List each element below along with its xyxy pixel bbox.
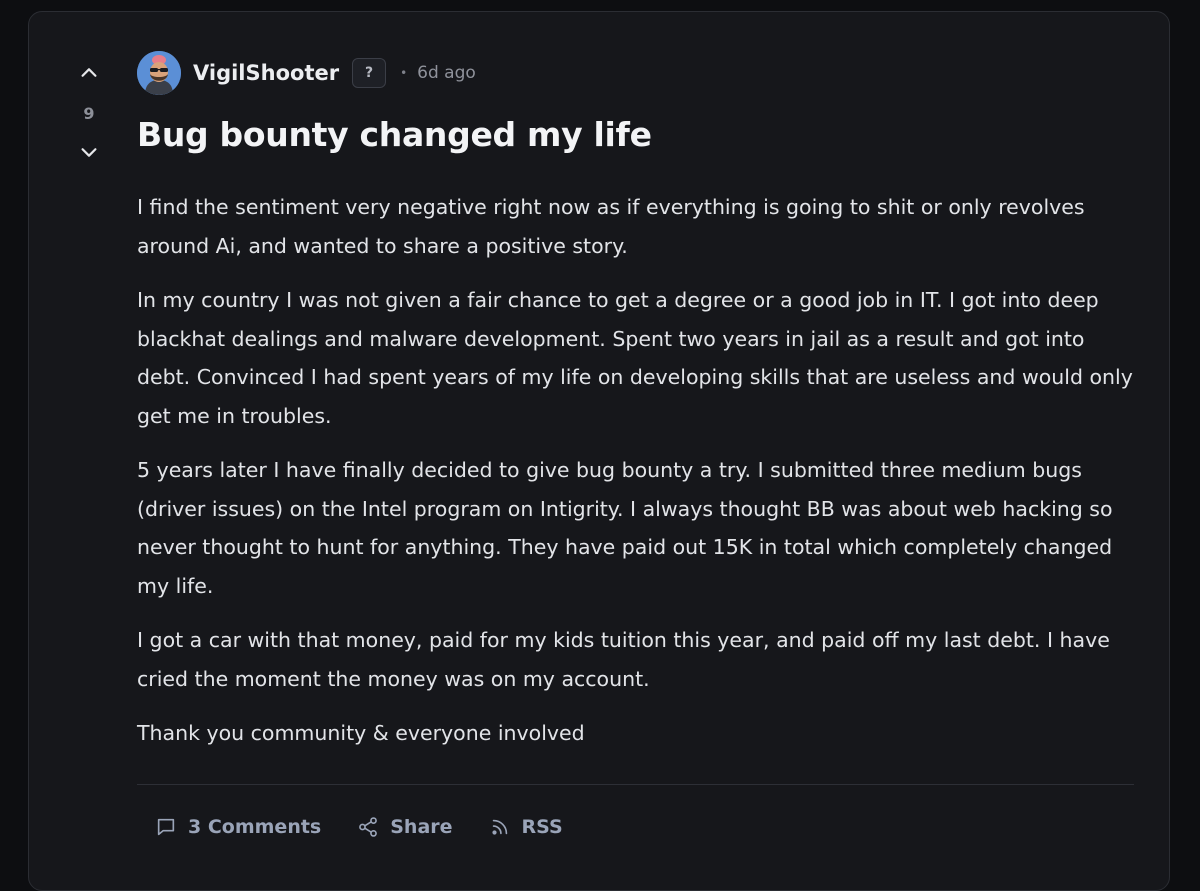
body-paragraph: I find the sentiment very negative right… xyxy=(137,195,1085,258)
avatar[interactable] xyxy=(137,51,181,95)
actions-divider xyxy=(137,784,1134,785)
author-name[interactable]: VigilShooter xyxy=(193,61,339,85)
rss-icon xyxy=(491,819,507,835)
body-paragraph: I got a car with that money, paid for my… xyxy=(137,628,1110,691)
post-header: VigilShooter ? • 6d ago xyxy=(137,50,476,96)
share-label: Share xyxy=(390,816,453,838)
body-paragraph: 5 years later I have finally decided to … xyxy=(137,458,1113,598)
post-body: I find the sentiment very negative right… xyxy=(137,188,1137,769)
post-title: Bug bounty changed my life xyxy=(137,115,652,154)
post-timestamp: 6d ago xyxy=(417,63,476,83)
rss-button[interactable]: RSS xyxy=(471,805,581,849)
avatar-image xyxy=(137,51,181,95)
share-icon xyxy=(359,817,378,837)
comment-icon xyxy=(157,818,175,836)
downvote-button[interactable] xyxy=(74,137,104,167)
post-actions: 3 Comments Share RSS xyxy=(137,805,581,849)
vote-score: 9 xyxy=(83,104,95,123)
vote-column: 9 xyxy=(60,58,118,167)
body-paragraph: In my country I was not given a fair cha… xyxy=(137,288,1133,428)
body-paragraph: Thank you community & everyone involved xyxy=(137,721,585,745)
share-button[interactable]: Share xyxy=(339,805,470,849)
comments-label: 3 Comments xyxy=(188,816,322,838)
user-flair-badge[interactable]: ? xyxy=(352,58,387,88)
meta-separator: • xyxy=(400,66,408,80)
chevron-up-icon xyxy=(81,68,97,77)
chevron-down-icon xyxy=(81,148,97,157)
comments-button[interactable]: 3 Comments xyxy=(137,805,339,849)
upvote-button[interactable] xyxy=(74,58,104,88)
rss-label: RSS xyxy=(521,816,563,838)
